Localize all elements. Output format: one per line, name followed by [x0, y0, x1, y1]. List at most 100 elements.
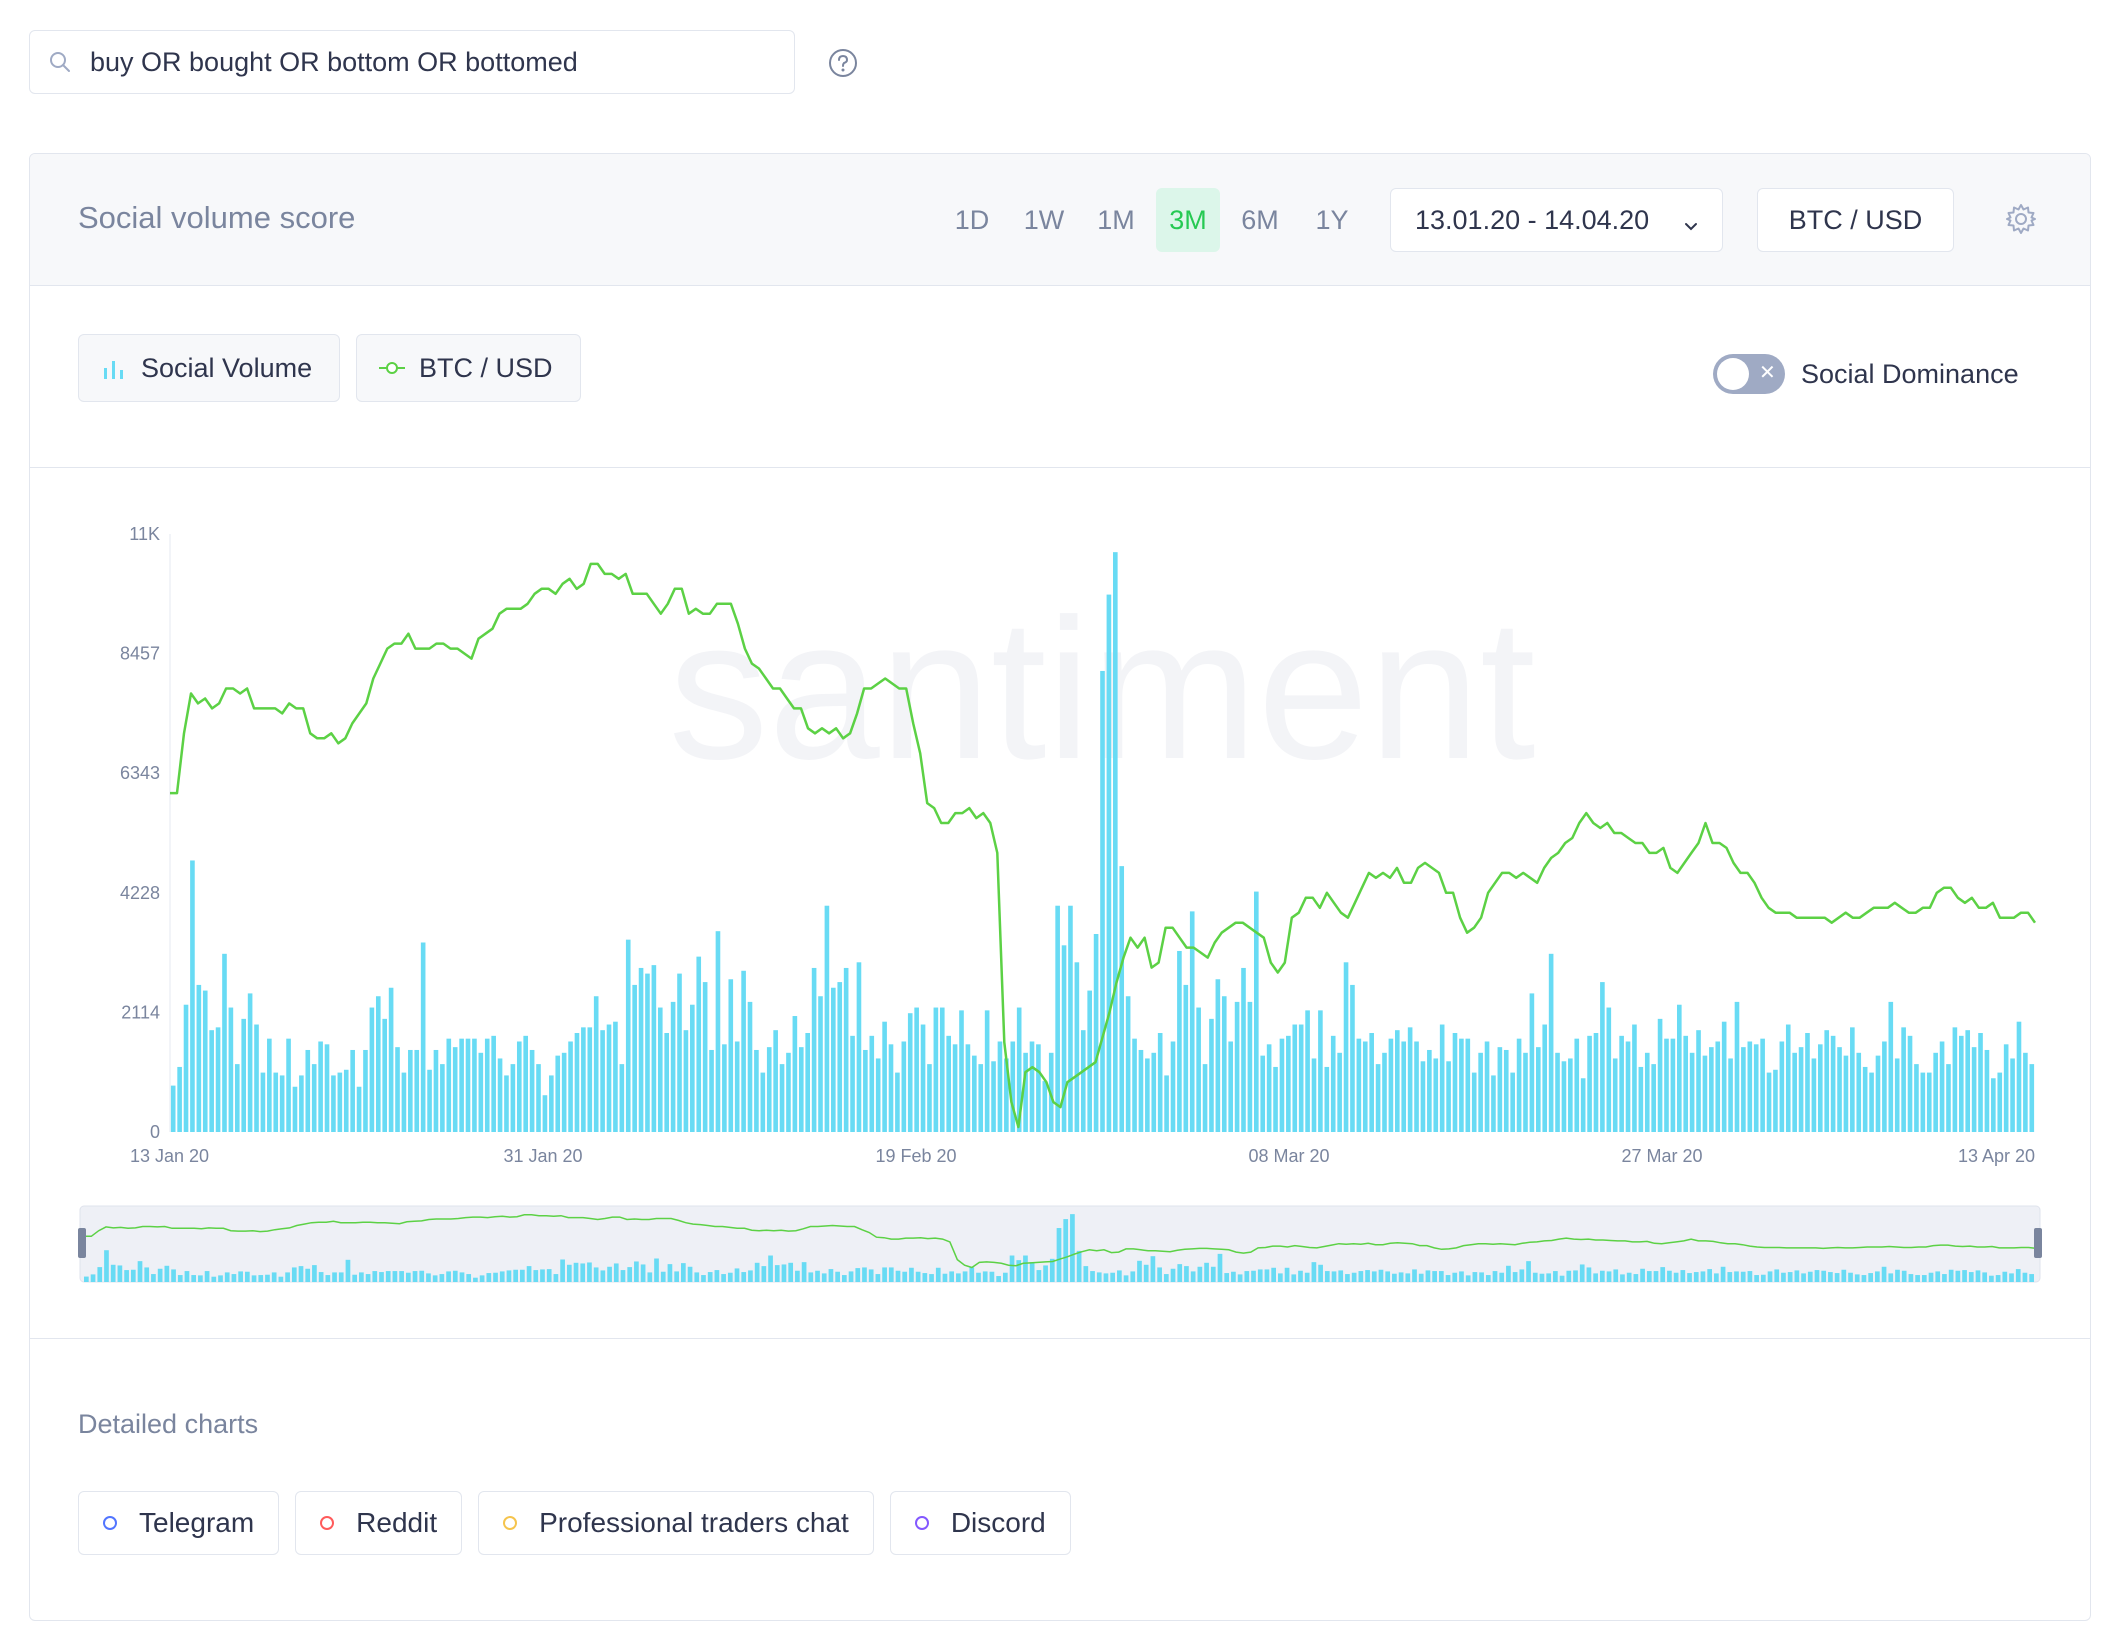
- metric-btc-usd-label: BTC / USD: [419, 352, 553, 383]
- gear-icon[interactable]: [2004, 202, 2038, 236]
- volume-bar: [491, 1035, 496, 1132]
- brush-bar: [1620, 1274, 1625, 1282]
- brush-bar: [795, 1270, 800, 1282]
- volume-bar: [1241, 967, 1246, 1132]
- volume-bar: [792, 1016, 798, 1132]
- volume-bar: [1279, 1038, 1285, 1132]
- brush-bar: [1854, 1274, 1860, 1282]
- volume-bar: [1888, 1001, 1894, 1132]
- volume-bar: [1459, 1038, 1464, 1132]
- period-1d[interactable]: 1D: [940, 188, 1004, 252]
- volume-bar: [1209, 1018, 1214, 1132]
- volume-bar: [209, 1030, 214, 1132]
- volume-bar: [273, 1072, 279, 1132]
- brush-bar: [1834, 1273, 1840, 1282]
- brush-handle-left[interactable]: [78, 1228, 86, 1258]
- brush-handle-right[interactable]: [2034, 1228, 2042, 1258]
- x-tick-label: 13 Jan 20: [130, 1146, 209, 1166]
- volume-bar: [202, 990, 208, 1132]
- brush-bar: [1921, 1275, 1927, 1282]
- brush-bar: [888, 1267, 894, 1282]
- brush-bar: [1291, 1274, 1297, 1282]
- brush-bar: [1358, 1271, 1364, 1282]
- volume-bar: [600, 1030, 605, 1132]
- volume-bar: [933, 1007, 939, 1132]
- volume-bar: [190, 860, 195, 1132]
- brush-bar: [1821, 1270, 1827, 1282]
- social-dominance-toggle[interactable]: ✕: [1713, 354, 1785, 394]
- volume-bar: [786, 1052, 791, 1132]
- brush-bar: [1237, 1274, 1243, 1282]
- volume-bar: [581, 1027, 586, 1132]
- volume-bar: [1638, 1066, 1644, 1132]
- volume-bar: [1068, 905, 1073, 1132]
- brush-bar: [144, 1267, 150, 1282]
- brush-bar: [271, 1272, 277, 1282]
- volume-bar: [632, 984, 637, 1132]
- brush-bar: [647, 1272, 653, 1282]
- brush-bar: [1103, 1273, 1109, 1282]
- brush-bar: [1016, 1260, 1022, 1282]
- social-volume-chart[interactable]: santiment11K8457634342282114013 Jan 2031…: [30, 468, 2090, 1338]
- chip-discord[interactable]: Discord: [889, 1491, 1071, 1555]
- volume-bar: [1555, 1052, 1560, 1132]
- search-bar[interactable]: [29, 30, 795, 94]
- volume-bar: [766, 1047, 772, 1132]
- volume-bar: [228, 1007, 234, 1132]
- period-3m[interactable]: 3M: [1156, 188, 1220, 252]
- help-icon[interactable]: [828, 48, 858, 78]
- volume-bar: [1644, 1052, 1650, 1132]
- volume-bar: [440, 1064, 445, 1132]
- volume-bar: [1516, 1038, 1522, 1132]
- brush-bar: [1714, 1273, 1719, 1282]
- volume-bar: [1894, 1058, 1900, 1132]
- metric-btc-usd-button[interactable]: BTC / USD: [356, 334, 581, 402]
- period-1w[interactable]: 1W: [1012, 188, 1076, 252]
- volume-bar: [433, 1049, 439, 1132]
- volume-bar: [2029, 1064, 2035, 1132]
- search-input[interactable]: [90, 46, 770, 78]
- volume-bar: [959, 1010, 964, 1132]
- volume-bar: [1593, 1033, 1599, 1132]
- brush-bar: [298, 1266, 304, 1282]
- volume-bar: [1907, 1035, 1913, 1132]
- chip-telegram-label: Telegram: [139, 1507, 255, 1538]
- pair-selector-button[interactable]: BTC / USD: [1757, 188, 1954, 252]
- brush-bar: [566, 1264, 572, 1282]
- brush-bar: [1928, 1272, 1934, 1282]
- brush-bar: [1995, 1275, 2001, 1282]
- volume-bar: [536, 1064, 541, 1132]
- chip-professional-traders-chat[interactable]: Professional traders chat: [478, 1491, 874, 1555]
- volume-bar: [1850, 1027, 1855, 1132]
- volume-bar: [715, 931, 721, 1132]
- brush-bar: [1304, 1272, 1310, 1282]
- brush-bar: [882, 1267, 887, 1282]
- period-6m[interactable]: 6M: [1228, 188, 1292, 252]
- brush-bar: [204, 1271, 210, 1282]
- brush-bar: [1948, 1269, 1954, 1282]
- brush-bar: [721, 1274, 726, 1282]
- period-1m[interactable]: 1M: [1084, 188, 1148, 252]
- volume-bar: [773, 1030, 778, 1132]
- brush-bar: [265, 1274, 270, 1282]
- volume-bar: [1087, 990, 1092, 1132]
- volume-bar: [1933, 1052, 1938, 1132]
- period-1y[interactable]: 1Y: [1300, 188, 1364, 252]
- volume-bar: [882, 1021, 887, 1132]
- chip-reddit[interactable]: Reddit: [295, 1491, 463, 1555]
- brush-bar: [1425, 1270, 1431, 1282]
- date-range-picker[interactable]: 13.01.20 - 14.04.20: [1390, 188, 1723, 252]
- volume-bar: [702, 982, 708, 1132]
- line-circle-icon: [379, 355, 405, 381]
- metric-social-volume-button[interactable]: Social Volume: [78, 334, 340, 402]
- brush-bar: [479, 1275, 485, 1282]
- brush-bar: [1868, 1273, 1873, 1282]
- brush-bar: [1150, 1256, 1156, 1282]
- volume-bar: [241, 1018, 247, 1132]
- volume-bar: [670, 1001, 676, 1132]
- chip-telegram[interactable]: Telegram: [78, 1491, 280, 1555]
- brush-bar: [1096, 1272, 1102, 1282]
- volume-bar: [1093, 934, 1099, 1132]
- brush-bar: [137, 1261, 143, 1282]
- volume-bar: [478, 1052, 484, 1132]
